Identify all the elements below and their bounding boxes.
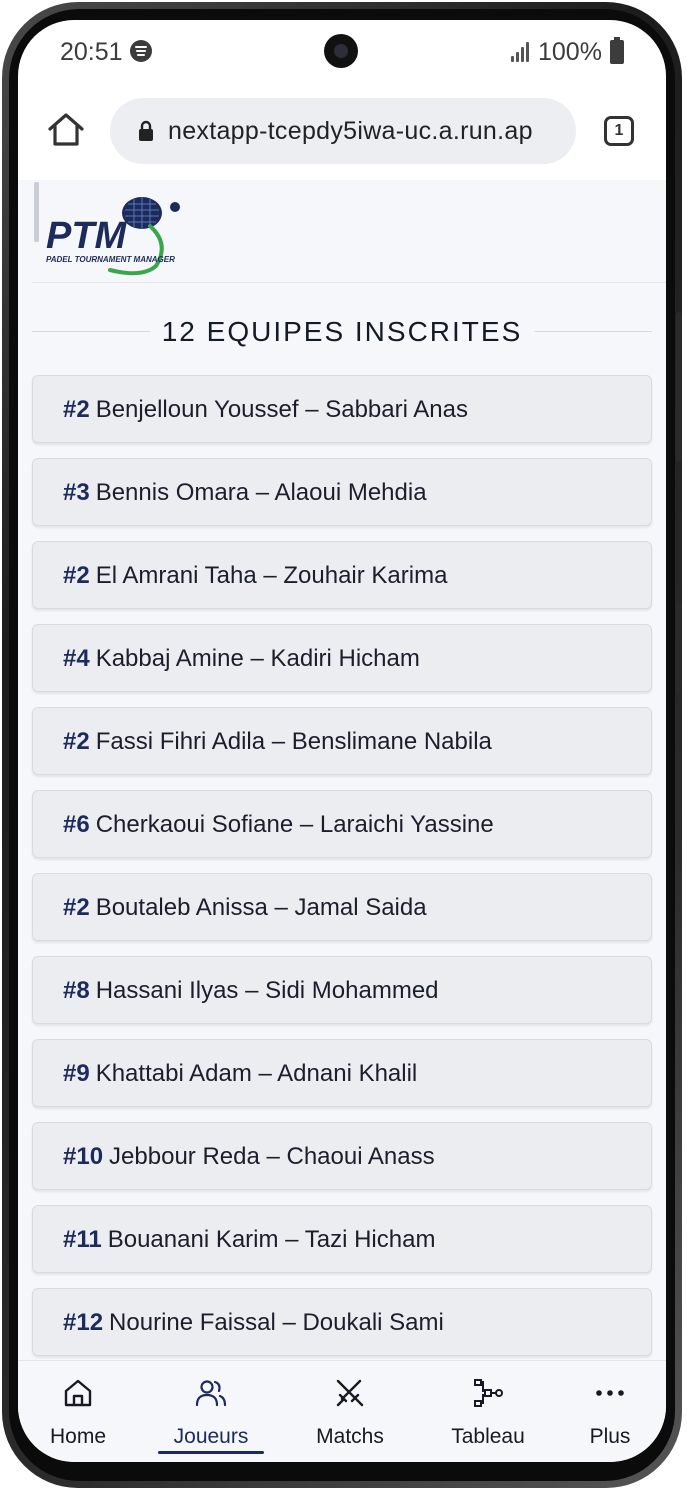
section-title: 12 EQUIPES INSCRITES: [32, 316, 652, 348]
team-card[interactable]: #10 Jebbour Reda – Chaoui Anass: [32, 1122, 652, 1190]
team-card[interactable]: #8 Hassani Ilyas – Sidi Mohammed: [32, 956, 652, 1024]
spotify-icon: [130, 40, 152, 62]
team-name: Jebbour Reda – Chaoui Anass: [109, 1143, 435, 1170]
team-seed: #8: [63, 977, 90, 1004]
team-card[interactable]: #4 Kabbaj Amine – Kadiri Hicham: [32, 624, 652, 692]
team-card[interactable]: #2 El Amrani Taha – Zouhair Karima: [32, 541, 652, 609]
url-field[interactable]: nextapp-tcepdy5iwa-uc.a.run.ap: [110, 98, 576, 164]
front-camera: [324, 34, 358, 68]
svg-text:PADEL TOURNAMENT MANAGER: PADEL TOURNAMENT MANAGER: [46, 255, 175, 264]
team-name: Cherkaoui Sofiane – Laraichi Yassine: [95, 811, 494, 838]
team-card[interactable]: #2 Fassi Fihri Adila – Benslimane Nabila: [32, 707, 652, 775]
power-button: [676, 602, 682, 692]
active-tab-indicator: [158, 1451, 264, 1454]
team-seed: #4: [63, 645, 90, 672]
team-seed: #3: [63, 479, 90, 506]
lock-icon: [139, 120, 153, 141]
nav-joueurs[interactable]: Joueurs: [151, 1361, 271, 1462]
team-card[interactable]: #3 Bennis Omara – Alaoui Mehdia: [32, 458, 652, 526]
battery-icon: [610, 37, 624, 64]
url-text: nextapp-tcepdy5iwa-uc.a.run.ap: [168, 117, 533, 145]
team-seed: #12: [63, 1309, 104, 1336]
nav-plus-label: Plus: [589, 1425, 631, 1448]
team-seed: #11: [63, 1226, 102, 1253]
team-seed: #2: [63, 396, 90, 423]
volume-button: [676, 312, 682, 462]
team-name: Kabbaj Amine – Kadiri Hicham: [95, 645, 420, 672]
page-content: PTM PADEL TOURNAMENT MANAGER 12 EQUIPES …: [18, 180, 666, 1360]
nav-joueurs-label: Joueurs: [173, 1425, 249, 1448]
team-seed: #2: [63, 894, 90, 921]
bracket-icon: [474, 1379, 503, 1407]
team-name: Khattabi Adam – Adnani Khalil: [95, 1060, 418, 1087]
team-card[interactable]: #11 Bouanani Karim – Tazi Hicham: [32, 1205, 652, 1273]
team-seed: #9: [63, 1060, 90, 1087]
status-bar: 20:51 100%: [18, 20, 666, 90]
home-icon[interactable]: [46, 110, 86, 150]
more-icon: [596, 1390, 624, 1396]
signal-icon: [510, 40, 532, 62]
team-card[interactable]: #2 Boutaleb Anissa – Jamal Saida: [32, 873, 652, 941]
nav-matchs[interactable]: Matchs: [290, 1361, 410, 1462]
team-card[interactable]: #12 Nourine Faissal – Doukali Sami: [32, 1288, 652, 1356]
team-name: Nourine Faissal – Doukali Sami: [109, 1309, 444, 1336]
team-seed: #6: [63, 811, 90, 838]
team-seed: #10: [63, 1143, 104, 1170]
browser-toolbar: nextapp-tcepdy5iwa-uc.a.run.ap 1: [18, 90, 666, 180]
team-card[interactable]: #9 Khattabi Adam – Adnani Khalil: [32, 1039, 652, 1107]
team-name: Bouanani Karim – Tazi Hicham: [107, 1226, 436, 1253]
section-title-text: 12 EQUIPES INSCRITES: [149, 316, 535, 347]
team-name: Benjelloun Youssef – Sabbari Anas: [95, 396, 468, 423]
nav-tableau[interactable]: Tableau: [428, 1361, 548, 1462]
team-seed: #2: [63, 562, 90, 589]
nav-home-label: Home: [49, 1425, 107, 1448]
battery-percent: 100%: [538, 38, 602, 66]
team-name: Boutaleb Anissa – Jamal Saida: [95, 894, 427, 921]
team-name: Hassani Ilyas – Sidi Mohammed: [95, 977, 439, 1004]
ptm-logo[interactable]: PTM PADEL TOURNAMENT MANAGER: [32, 186, 192, 280]
svg-text:PTM: PTM: [46, 215, 128, 257]
team-seed: #2: [63, 728, 90, 755]
padel-logo-icon: PTM PADEL TOURNAMENT MANAGER: [46, 197, 180, 276]
team-card[interactable]: #2 Benjelloun Youssef – Sabbari Anas: [32, 375, 652, 443]
team-name: Fassi Fihri Adila – Benslimane Nabila: [95, 728, 492, 755]
nav-tableau-label: Tableau: [451, 1425, 525, 1448]
users-icon: [195, 1380, 227, 1407]
tabs-button[interactable]: 1: [604, 116, 634, 146]
crossed-swords-icon: [336, 1379, 364, 1407]
bottom-nav: Home Joueurs Matchs Tableau Plus: [18, 1360, 666, 1462]
nav-plus[interactable]: Plus: [550, 1361, 666, 1462]
screen: 20:51 100% nextapp-tcepdy5iwa-uc.a.run.a…: [18, 20, 666, 1462]
team-name: El Amrani Taha – Zouhair Karima: [95, 562, 448, 589]
home-icon: [64, 1379, 92, 1407]
header-divider: [32, 282, 666, 283]
team-card[interactable]: #6 Cherkaoui Sofiane – Laraichi Yassine: [32, 790, 652, 858]
section-header: 12 EQUIPES INSCRITES: [32, 312, 652, 352]
status-time: 20:51: [60, 38, 123, 66]
team-name: Bennis Omara – Alaoui Mehdia: [95, 479, 427, 506]
nav-home[interactable]: Home: [18, 1361, 138, 1462]
nav-matchs-label: Matchs: [316, 1425, 384, 1448]
